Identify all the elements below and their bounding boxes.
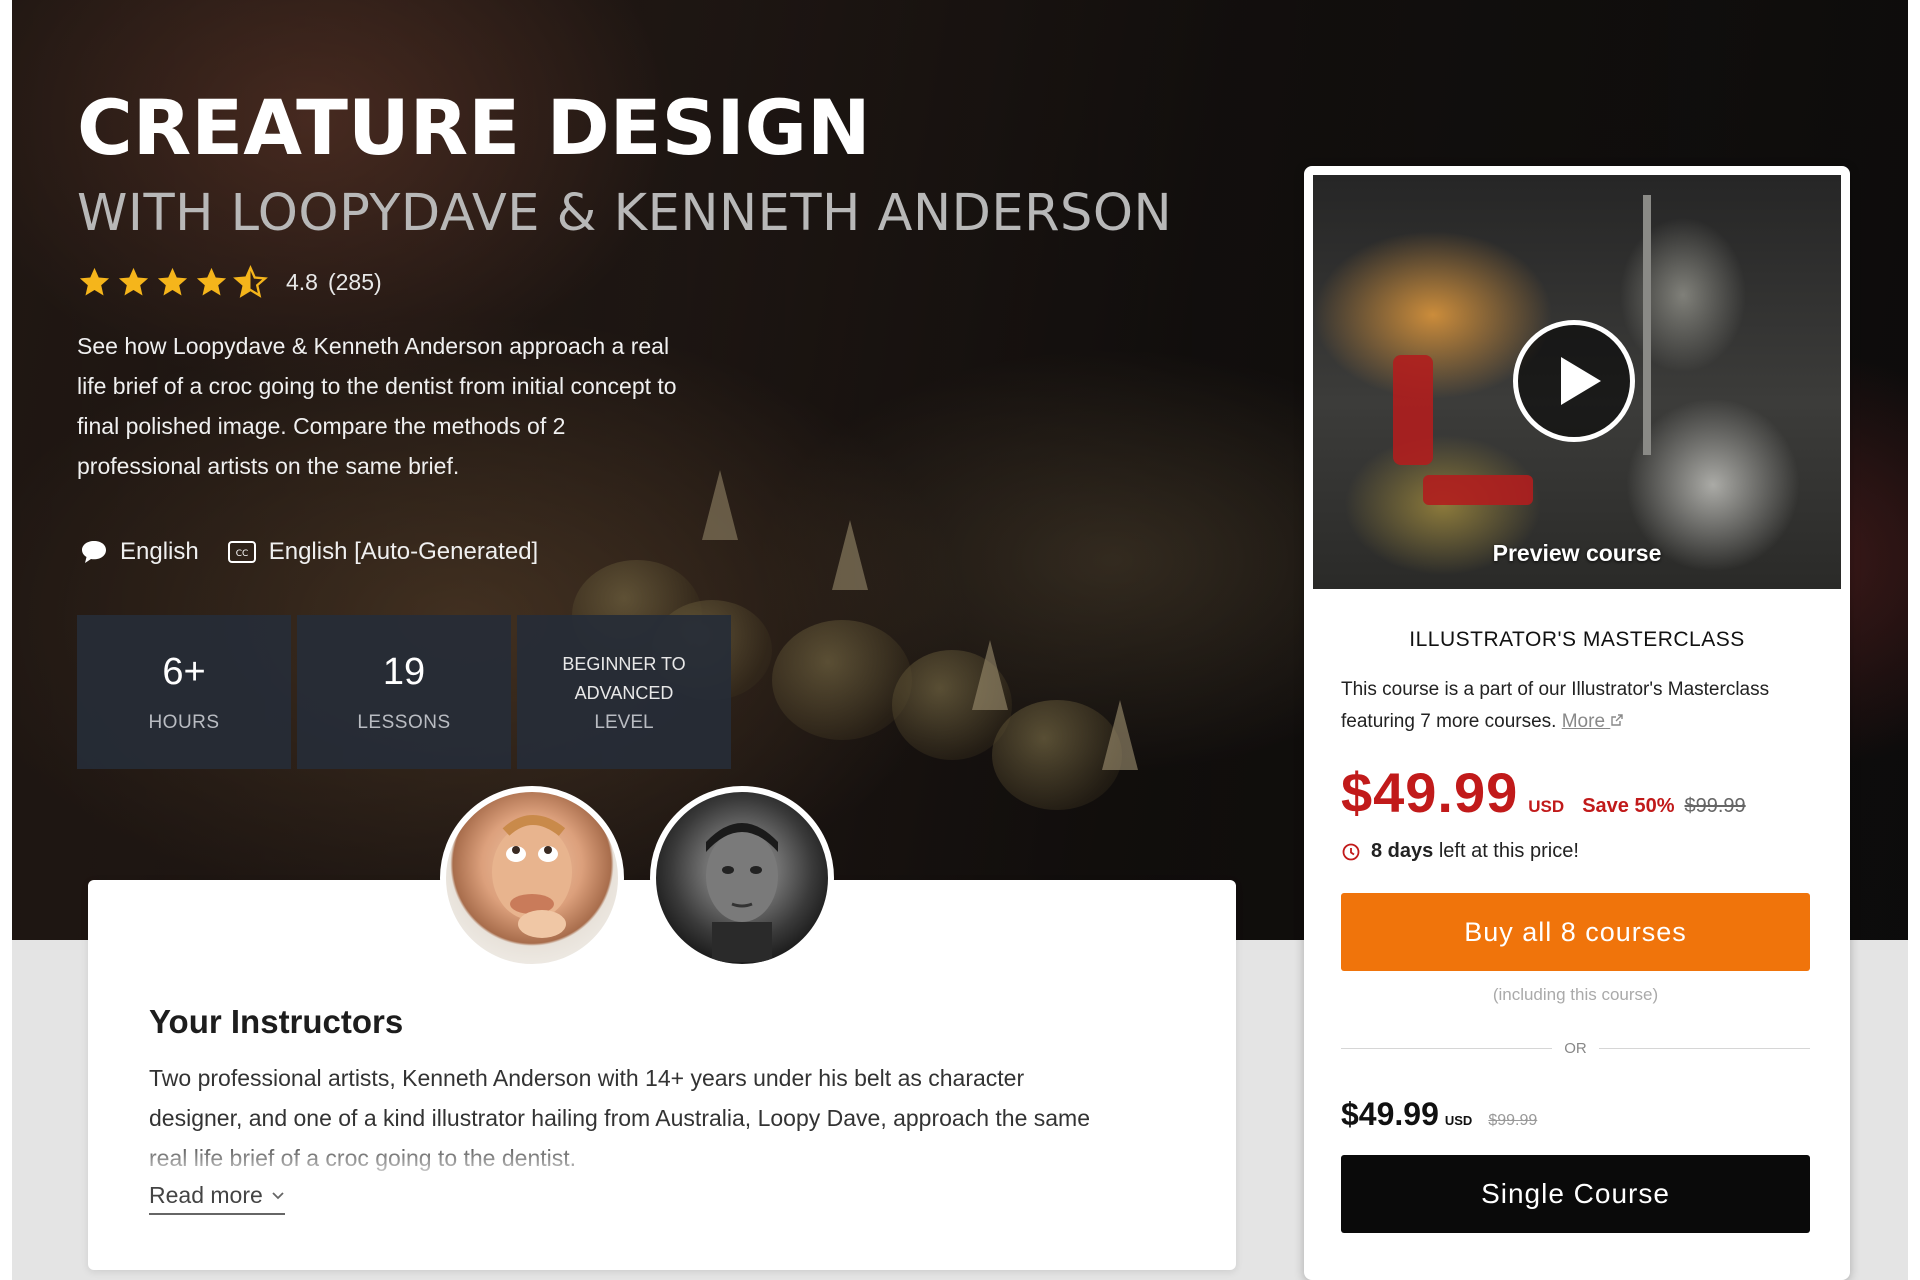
portrait-illustration — [492, 815, 572, 938]
masterclass-title: ILLUSTRATOR'S MASTERCLASS — [1409, 628, 1745, 651]
instructors-heading: Your Instructors — [149, 1003, 404, 1040]
preview-course-label[interactable]: Preview course — [1313, 540, 1841, 567]
original-price: $99.99 — [1684, 795, 1746, 817]
stat-hours: 6+ HOURS — [77, 615, 291, 769]
level-line1: BEGINNER TO — [562, 654, 686, 674]
single-course-button[interactable]: Single Course — [1341, 1155, 1810, 1233]
or-divider: OR — [1341, 1040, 1810, 1057]
hours-label: HOURS — [148, 711, 220, 733]
level-line2: ADVANCED — [574, 683, 674, 703]
star-icon — [157, 267, 188, 296]
subtitle-language: English [Auto-Generated] — [268, 538, 539, 565]
review-count: (285) — [327, 269, 382, 295]
single-price-row: $49.99 USD $99.99 — [1341, 1096, 1537, 1133]
clock-icon — [1342, 843, 1360, 860]
chevron-down-icon — [272, 1191, 284, 1199]
hours-value: 6+ — [162, 650, 206, 693]
star-icon — [196, 267, 227, 296]
single-original-price: $99.99 — [1488, 1112, 1538, 1129]
svg-text:CC: CC — [235, 549, 248, 559]
avatar-loopydave[interactable] — [440, 786, 624, 970]
deadline-days: 8 days — [1371, 840, 1434, 862]
read-more-link[interactable]: Read more — [149, 1182, 285, 1215]
star-icon — [118, 267, 149, 296]
more-link-label: More — [1561, 711, 1606, 732]
course-title: CREATURE DESIGN — [77, 83, 871, 172]
more-link[interactable]: More — [1562, 711, 1625, 732]
course-description: See how Loopydave & Kenneth Anderson app… — [77, 333, 677, 479]
avatar-kenneth-anderson[interactable] — [650, 786, 834, 970]
price-deadline: 8 days left at this price! — [1341, 840, 1579, 863]
bundle-price-row: $49.99 USD Save 50% $99.99 — [1341, 760, 1746, 825]
including-note: (including this course) — [1492, 985, 1659, 1004]
bundle-currency: USD — [1528, 797, 1565, 816]
language-row: English CC English [Auto-Generated] — [80, 538, 552, 566]
star-icon — [79, 267, 110, 296]
rating-value: 4.8 — [286, 269, 318, 295]
or-label: OR — [1564, 1040, 1587, 1057]
masterclass-desc-text: This course is a part of our Illustrator… — [1341, 679, 1770, 732]
external-link-icon — [1611, 714, 1624, 726]
portrait-photo — [706, 823, 778, 962]
single-currency: USD — [1444, 1113, 1473, 1128]
closed-captions-icon: CC — [227, 541, 256, 563]
text-fade — [149, 1138, 1109, 1178]
play-icon[interactable] — [1513, 320, 1635, 442]
stat-level: BEGINNER TO ADVANCED LEVEL — [517, 615, 731, 769]
deadline-text: left at this price! — [1438, 840, 1579, 862]
half-star-icon — [233, 265, 268, 298]
audio-language: English — [120, 538, 199, 565]
buy-all-courses-button[interactable]: Buy all 8 courses — [1341, 893, 1810, 971]
course-subtitle: WITH LOOPYDAVE & KENNETH ANDERSON — [77, 184, 1173, 243]
bundle-price: $49.99 — [1341, 761, 1519, 824]
rating-row: 4.8 (285) — [77, 265, 382, 300]
lessons-label: LESSONS — [357, 711, 451, 733]
save-badge: Save 50% — [1582, 795, 1675, 817]
masterclass-description: This course is a part of our Illustrator… — [1341, 674, 1811, 738]
stat-lessons: 19 LESSONS — [297, 615, 511, 769]
single-price: $49.99 — [1341, 1096, 1439, 1132]
speech-bubble-icon — [82, 541, 106, 563]
course-stats: 6+ HOURS 19 LESSONS BEGINNER TO ADVANCED… — [77, 615, 731, 769]
level-label: LEVEL — [594, 712, 654, 733]
read-more-label: Read more — [149, 1182, 263, 1208]
lessons-value: 19 — [382, 650, 426, 693]
